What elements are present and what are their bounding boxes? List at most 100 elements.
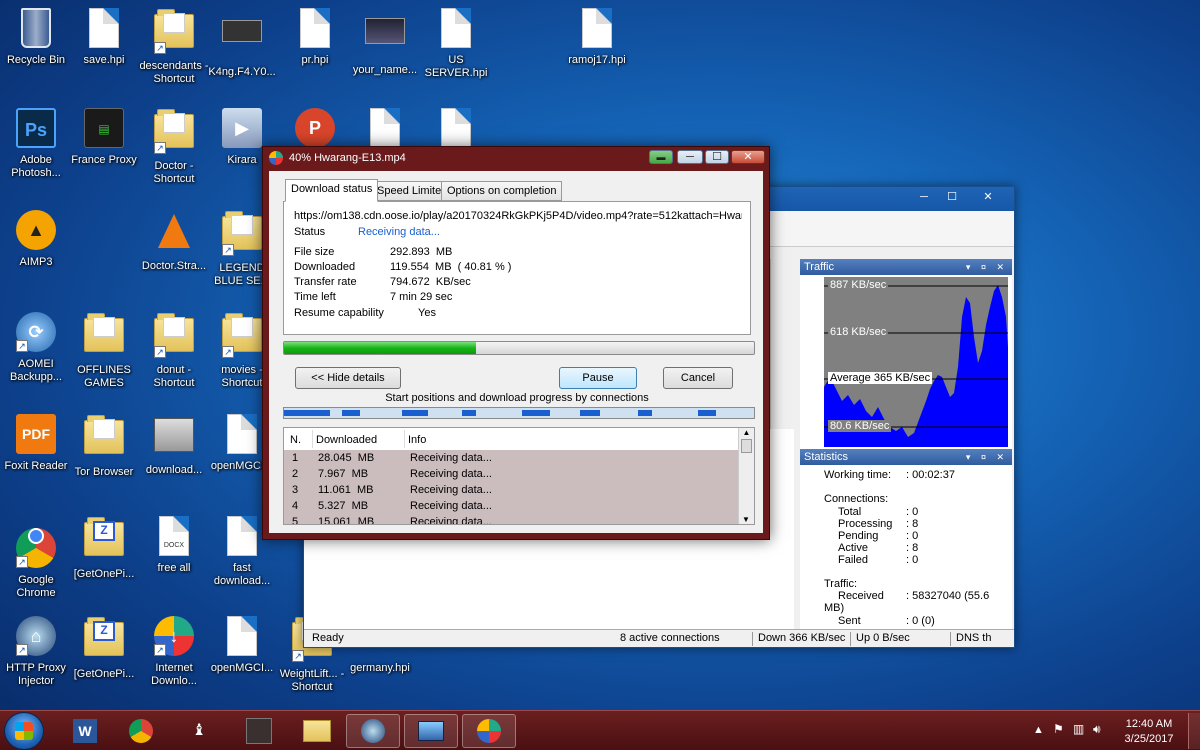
file-icon — [370, 108, 400, 148]
table-row[interactable]: 3 11.061 MB Receiving data... — [284, 482, 738, 498]
desktop-icon-us-server[interactable]: US SERVER.hpi — [420, 8, 492, 80]
status-active-connections: 8 active connections — [620, 632, 720, 644]
cancel-button[interactable]: Cancel — [663, 367, 733, 389]
taskbar-word[interactable]: W — [58, 714, 112, 748]
zip-folder-icon: Z — [84, 617, 124, 656]
taskbar-game[interactable] — [232, 714, 286, 748]
main-statusbar: Ready 8 active connections Down 366 KB/s… — [304, 629, 1014, 647]
start-button[interactable] — [4, 712, 44, 750]
tab-download-status[interactable]: Download status — [285, 179, 379, 202]
taskbar-explorer[interactable] — [290, 714, 344, 748]
column-header-downloaded[interactable]: Downloaded — [316, 434, 377, 446]
file-icon — [441, 108, 471, 148]
game-icon — [246, 718, 272, 744]
desktop-icon-france-proxy[interactable]: ▤ France Proxy — [68, 108, 140, 167]
shortcut-arrow-icon: ↗ — [154, 142, 166, 154]
table-row[interactable]: 2 7.967 MB Receiving data... — [284, 466, 738, 482]
column-header-info[interactable]: Info — [408, 434, 426, 446]
close-button[interactable]: ✕ — [966, 189, 1010, 207]
file-icon — [582, 8, 612, 48]
desktop-icon-doctor-strange[interactable]: Doctor.Stra... — [138, 210, 210, 273]
desktop-icon-download[interactable]: download... — [138, 414, 210, 477]
connections-table[interactable]: N. Downloaded Info 1 28.045 MB Receiving… — [283, 427, 755, 525]
active-value: : 8 — [906, 542, 919, 554]
sent-value: : 0 (0) — [906, 615, 935, 627]
show-hidden-icons-icon[interactable]: ▲ — [1033, 724, 1044, 736]
minimize-button[interactable]: ─ — [910, 189, 938, 207]
desktop-icon-aimp3[interactable]: ▲ AIMP3 — [0, 210, 72, 269]
taskbar-chess[interactable]: ♝ — [172, 714, 226, 748]
maximize-button[interactable]: ☐ — [938, 189, 966, 207]
time-left-label: Time left — [294, 291, 336, 303]
desktop-icon-google-chrome[interactable]: ↗ Google Chrome — [0, 516, 72, 600]
download-progress-dialog[interactable]: 40% Hwarang-E13.mp4 ▬ ─ ☐ ✕ Download sta… — [262, 146, 770, 540]
tab-options-on-completion[interactable]: Options on completion — [441, 181, 563, 201]
desktop-icon-http-proxy-injector[interactable]: ⌂ ↗ HTTP Proxy Injector — [0, 616, 72, 688]
taskbar-chrome[interactable] — [114, 714, 168, 748]
desktop-icon-save-hpi[interactable]: save.hpi — [68, 8, 140, 67]
desktop-icon-tor-browser[interactable]: Tor Browser — [68, 414, 140, 479]
pause-button[interactable]: Pause — [559, 367, 637, 389]
folder-icon — [303, 720, 331, 742]
desktop-icon-pr-hpi[interactable]: pr.hpi — [279, 8, 351, 67]
table-row[interactable]: 5 15.061 MB Receiving data... — [284, 514, 738, 524]
network-icon[interactable]: ▥ — [1073, 722, 1084, 736]
desktop-icon-aomei[interactable]: ⟳ ↗ AOMEI Backupp... — [0, 312, 72, 384]
failed-label: Failed — [838, 554, 868, 566]
dialog-titlebar[interactable]: 40% Hwarang-E13.mp4 ▬ ─ ☐ ✕ — [263, 147, 769, 169]
table-scrollbar[interactable]: ▲ ▼ — [738, 428, 754, 524]
desktop-icon-descendants[interactable]: ↗ descendants - Shortcut — [138, 8, 210, 86]
volume-icon[interactable]: 🔊︎ — [1093, 722, 1101, 737]
clock[interactable]: 12:40 AM 3/25/2017 — [1117, 717, 1181, 747]
minimize-to-tray-button[interactable]: ▬ — [649, 150, 673, 164]
proxy-app-icon: ▤ — [84, 108, 124, 148]
table-row[interactable]: 4 5.327 MB Receiving data... — [284, 498, 738, 514]
traffic-label-max: 887 KB/sec — [828, 279, 889, 291]
status-value: Receiving data... — [358, 226, 440, 238]
desktop-icon-offlines-games[interactable]: OFFLINES GAMES — [68, 312, 140, 390]
desktop-icon-getonepiece-1[interactable]: Z [GetOnePi... — [68, 516, 140, 581]
status-dns: DNS th — [956, 632, 992, 644]
transfer-rate-label: Transfer rate — [294, 276, 357, 288]
taskbar-proxy-injector[interactable] — [346, 714, 400, 748]
received-unit: MB) — [824, 602, 845, 614]
chrome-icon — [129, 719, 153, 743]
traffic-pane-title: Traffic ▾ ¤ ✕ — [800, 259, 1012, 275]
taskbar-idm[interactable] — [462, 714, 516, 748]
recycle-bin-icon — [21, 8, 51, 48]
maximize-button[interactable]: ☐ — [705, 150, 729, 164]
list-scrollbar[interactable] — [770, 259, 794, 429]
file-icon — [227, 414, 257, 454]
action-center-icon[interactable]: ⚑ — [1053, 722, 1064, 736]
video-file-icon — [222, 20, 262, 42]
desktop-icon-internet-download-manager[interactable]: ↓ ↗ Internet Downlo... — [138, 616, 210, 688]
file-size-label: File size — [294, 246, 335, 258]
desktop-icon-your-name[interactable]: your_name... — [349, 8, 421, 77]
folder-icon — [84, 313, 124, 352]
hide-details-button[interactable]: << Hide details — [295, 367, 401, 389]
taskbar-network[interactable] — [404, 714, 458, 748]
desktop-icon-recycle-bin[interactable]: Recycle Bin — [0, 8, 72, 67]
desktop-icon-openmgci-2[interactable]: openMGCI... — [206, 616, 278, 675]
desktop-icon-foxit[interactable]: PDF Foxit Reader — [0, 414, 72, 473]
downloaded-value: 119.554 MB ( 40.81 % ) — [390, 261, 512, 273]
close-button[interactable]: ✕ — [731, 150, 765, 164]
minimize-button[interactable]: ─ — [677, 150, 703, 164]
desktop-icon-getonepiece-2[interactable]: Z [GetOnePi... — [68, 616, 140, 681]
status-up-speed: Up 0 B/sec — [856, 632, 910, 644]
traffic-label-average: Average 365 KB/sec — [828, 372, 933, 384]
table-row[interactable]: 1 28.045 MB Receiving data... — [284, 450, 738, 466]
folder-icon — [84, 415, 124, 454]
working-time-label: Working time: — [824, 469, 892, 481]
tab-speed-limiter[interactable]: Speed Limiter — [371, 181, 451, 201]
statistics-pane-title: Statistics ▾ ¤ ✕ — [800, 449, 1012, 465]
desktop-icon-doctor-shortcut[interactable]: ↗ Doctor - Shortcut — [138, 108, 210, 186]
desktop-icon-photoshop[interactable]: Ps Adobe Photosh... — [0, 108, 72, 180]
column-header-n[interactable]: N. — [290, 434, 301, 446]
desktop-icon-free-all[interactable]: DOCX free all — [138, 516, 210, 575]
desktop-icon-ramoj17[interactable]: ramoj17.hpi — [561, 8, 633, 67]
desktop-icon-donut[interactable]: ↗ donut - Shortcut — [138, 312, 210, 390]
desktop-icon-k4ng[interactable]: K4ng.F4.Y0... — [206, 8, 278, 79]
shortcut-arrow-icon: ↗ — [16, 644, 28, 656]
show-desktop-button[interactable] — [1188, 713, 1200, 749]
